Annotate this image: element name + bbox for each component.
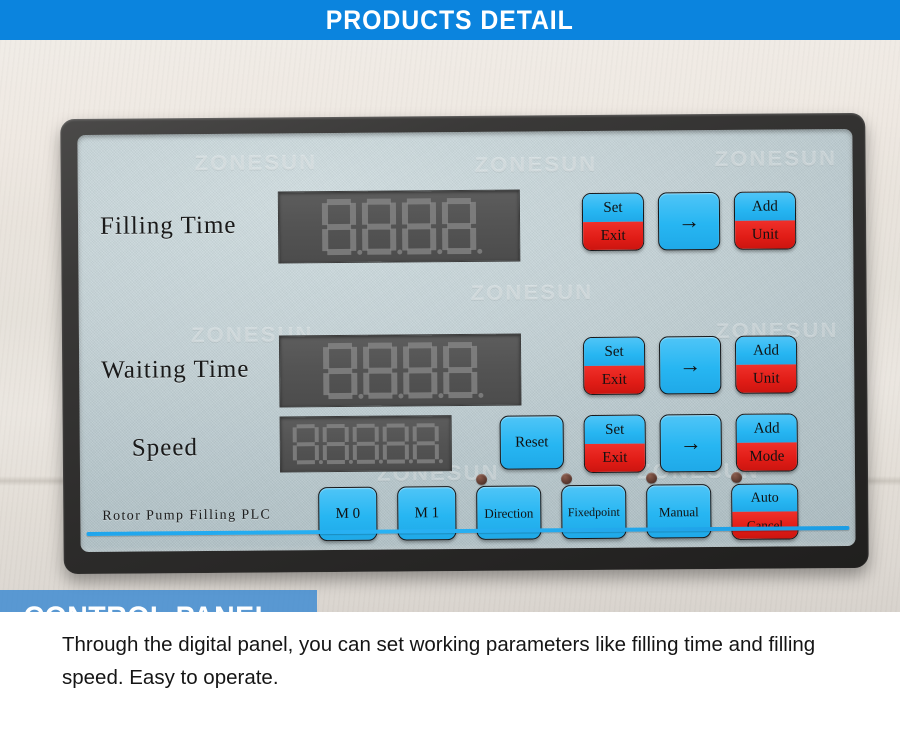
button-label-exit: Exit <box>584 443 646 473</box>
button-label-add: Add <box>736 414 797 443</box>
button-label-exit: Exit <box>583 221 644 251</box>
seven-segment-digit <box>322 423 353 465</box>
button-reset[interactable]: Reset <box>499 415 564 470</box>
button-set-exit-waiting-time[interactable]: Set Exit <box>582 336 646 396</box>
seven-segment-digit <box>412 422 443 464</box>
led-indicator-manual <box>646 472 658 484</box>
button-label-unit: Unit <box>736 364 797 393</box>
button-label-cancel: Cancel <box>732 511 798 539</box>
control-panel-tag-label: CONTROL PANEL <box>24 601 273 612</box>
button-arrow-speed[interactable]: → <box>659 413 723 473</box>
model-label: Rotor Pump Filling PLC <box>102 507 272 524</box>
row-label-filling-time: Filling Time <box>99 211 237 240</box>
seven-segment-digit <box>321 342 364 400</box>
seven-segment-digit <box>382 422 413 464</box>
control-panel-tag: CONTROL PANEL <box>0 590 317 612</box>
seven-segment-digit <box>320 198 363 256</box>
products-detail-banner: PRODUCTS DETAIL <box>0 0 900 40</box>
seven-segment-digit <box>361 342 404 400</box>
seven-segment-digit <box>400 197 443 255</box>
button-label-set: Set <box>584 415 645 445</box>
display-filling-time <box>277 189 521 264</box>
button-add-unit-waiting-time[interactable]: Add Unit <box>734 335 798 394</box>
button-label-exit: Exit <box>584 365 645 395</box>
display-speed <box>279 415 453 473</box>
banner-title: PRODUCTS DETAIL <box>326 4 574 35</box>
led-indicator-auto <box>731 471 743 483</box>
seven-segment-digit <box>440 197 483 255</box>
button-arrow-waiting-time[interactable]: → <box>658 335 722 395</box>
control-panel-face: ZONESUN ZONESUN ZONESUN ZONESUN ZONESUN … <box>77 128 856 553</box>
button-add-unit-filling-time[interactable]: Add Unit <box>733 191 797 250</box>
button-label-set: Set <box>583 337 645 367</box>
button-label-mode: Mode <box>736 442 798 471</box>
seven-segment-digit <box>401 341 444 399</box>
button-label-reset: Reset <box>515 433 549 451</box>
arrow-right-icon: → <box>677 208 701 234</box>
product-photo: ZONESUN ZONESUN ZONESUN ZONESUN ZONESUN … <box>0 40 900 612</box>
seven-segment-digit <box>441 341 484 399</box>
row-label-speed: Speed <box>131 434 199 462</box>
button-label-auto: Auto <box>732 484 798 512</box>
caption-text: Through the digital panel, you can set w… <box>62 633 816 690</box>
button-set-exit-speed[interactable]: Set Exit <box>583 414 647 474</box>
button-auto-cancel[interactable]: Auto Cancel <box>731 483 799 540</box>
display-waiting-time <box>278 333 522 408</box>
arrow-right-icon: → <box>679 430 702 456</box>
led-indicator-fixedpoint <box>561 473 573 485</box>
button-label-add: Add <box>735 336 797 365</box>
seven-segment-digit <box>292 423 323 465</box>
seven-segment-digit <box>352 423 383 465</box>
button-label-add: Add <box>734 192 796 221</box>
row-label-waiting-time: Waiting Time <box>101 355 250 384</box>
button-label-unit: Unit <box>735 220 796 249</box>
button-add-mode-speed[interactable]: Add Mode <box>735 413 799 472</box>
button-arrow-filling-time[interactable]: → <box>657 191 721 251</box>
seven-segment-digit <box>360 198 403 256</box>
arrow-right-icon: → <box>679 352 702 378</box>
led-indicator-direction <box>476 473 488 485</box>
button-set-exit-filling-time[interactable]: Set Exit <box>581 192 645 252</box>
control-panel-bezel: ZONESUN ZONESUN ZONESUN ZONESUN ZONESUN … <box>60 112 869 575</box>
button-label-set: Set <box>582 193 644 223</box>
